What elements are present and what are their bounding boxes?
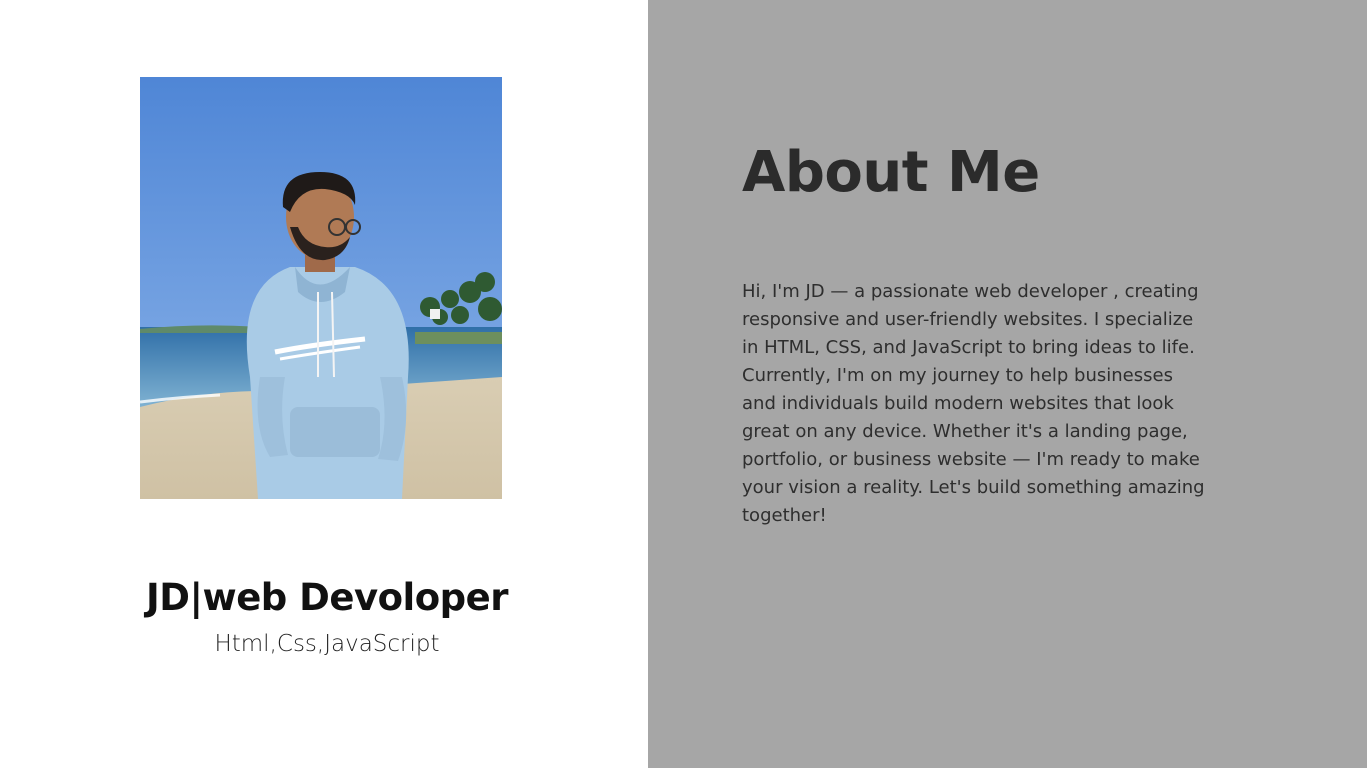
profile-skills: Html,Css,JavaScript	[214, 631, 440, 657]
about-description: Hi, I'm JD — a passionate web developer …	[742, 281, 1205, 526]
profile-panel: JD|web Devoloper Html,Css,JavaScript	[0, 0, 648, 768]
profile-photo	[140, 77, 502, 499]
about-panel: About Me Hi, I'm JD — a passionate web d…	[648, 0, 1367, 768]
about-title: About Me	[742, 140, 1040, 205]
about-page: JD|web Devoloper Html,Css,JavaScript Abo…	[0, 0, 1367, 768]
profile-name: JD|web Devoloper	[146, 576, 508, 619]
